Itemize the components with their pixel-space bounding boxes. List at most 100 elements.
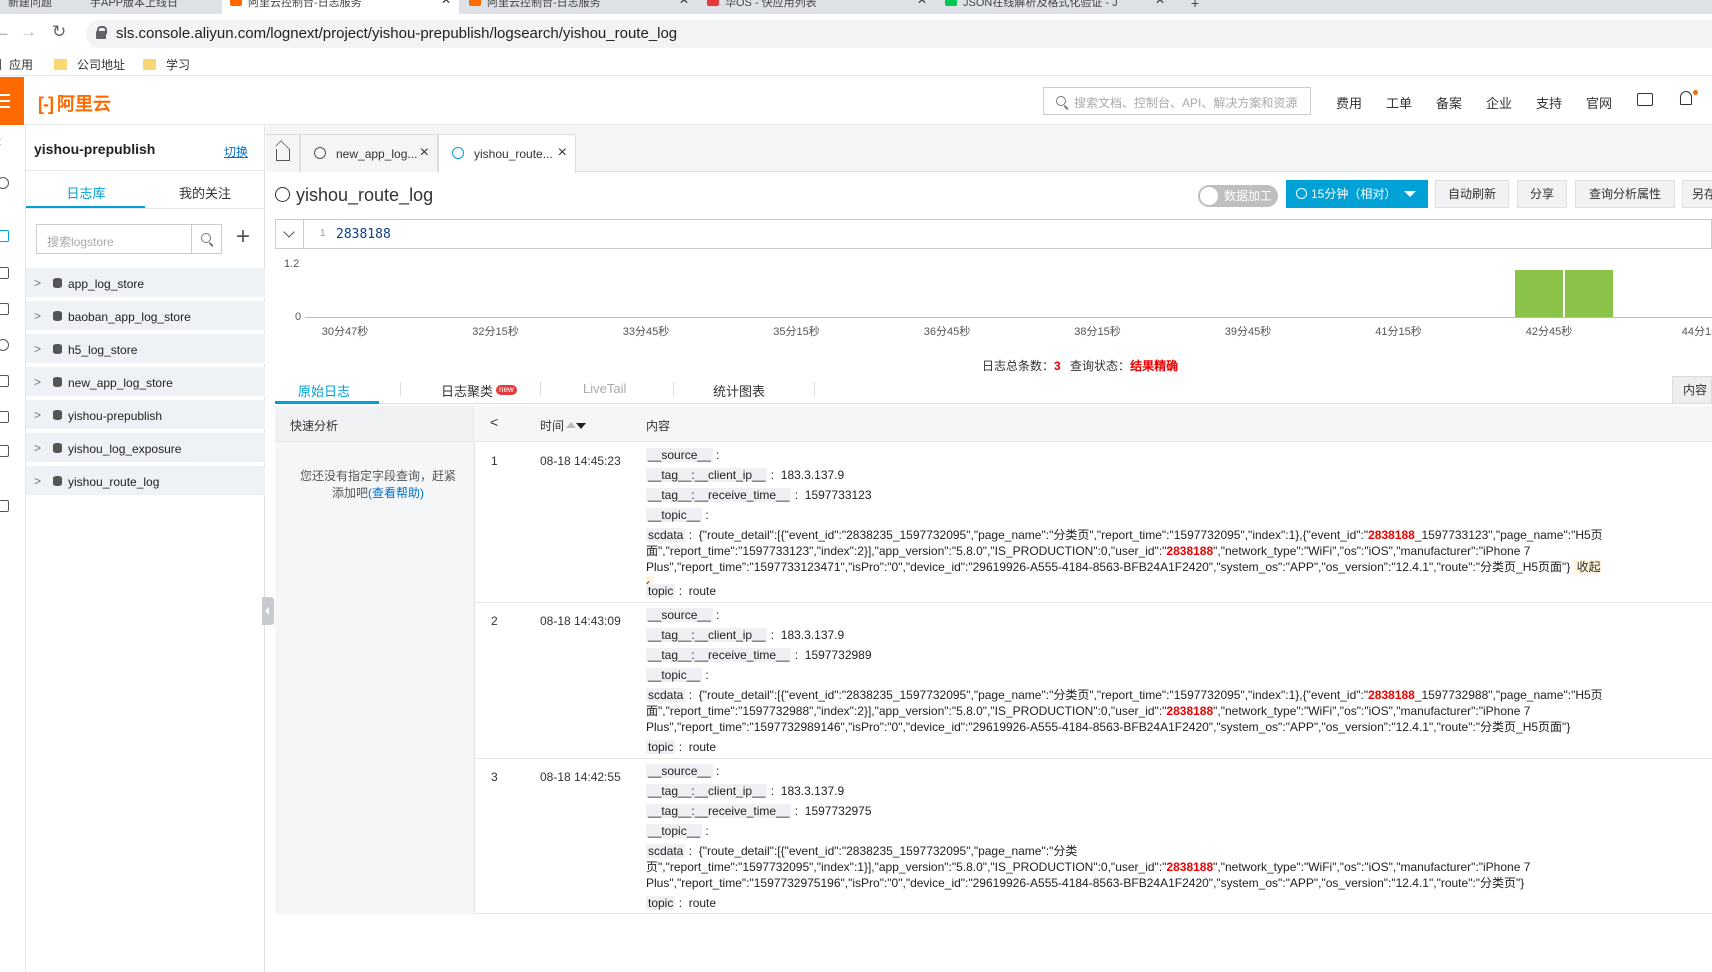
close-tab-icon[interactable]: ✕ bbox=[679, 0, 689, 6]
nav-support[interactable]: 支持 bbox=[1536, 93, 1562, 112]
field-value[interactable]: 183.3.137.9 bbox=[781, 468, 844, 482]
field-value[interactable]: 1597732989 bbox=[805, 648, 872, 662]
nav-fees[interactable]: 费用 bbox=[1336, 93, 1362, 112]
reload-icon[interactable]: ↻ bbox=[52, 22, 66, 42]
field-key[interactable]: __tag__:__receive_time__ bbox=[646, 804, 792, 818]
tab-yishou-route[interactable]: yishou_route... × bbox=[438, 134, 576, 173]
close-tab-icon[interactable]: ✕ bbox=[1155, 0, 1165, 6]
query-props-button[interactable]: 查询分析属性 bbox=[1575, 180, 1675, 208]
time-range-picker[interactable]: 15分钟（相对） bbox=[1286, 180, 1428, 208]
field-key[interactable]: scdata bbox=[646, 528, 686, 542]
field-value[interactable]: 183.3.137.9 bbox=[781, 628, 844, 642]
field-value[interactable]: 1597732975 bbox=[805, 804, 872, 818]
machine-group-icon[interactable] bbox=[0, 303, 9, 315]
logstore-item[interactable]: > yishou-prepublish bbox=[26, 400, 265, 430]
terminal-icon[interactable] bbox=[1637, 93, 1653, 106]
field-key[interactable]: __topic__ bbox=[646, 668, 703, 682]
alert-icon[interactable] bbox=[0, 339, 9, 351]
logstore-icon[interactable] bbox=[0, 230, 9, 242]
field-key[interactable]: __source__ bbox=[646, 764, 713, 778]
collapse-fast-analysis-icon[interactable]: < bbox=[490, 414, 498, 430]
field-key[interactable]: __topic__ bbox=[646, 824, 703, 838]
bookmark-folder[interactable]: 学习 bbox=[143, 56, 190, 73]
nav-tickets[interactable]: 工单 bbox=[1386, 93, 1412, 112]
close-tab-icon[interactable]: ✕ bbox=[441, 0, 451, 6]
nav-enterprise[interactable]: 企业 bbox=[1486, 93, 1512, 112]
clock-icon[interactable] bbox=[0, 177, 9, 189]
content-button[interactable]: 内容 bbox=[1672, 376, 1712, 404]
logstore-item[interactable]: > h5_log_store bbox=[26, 334, 265, 364]
chevron-right-icon[interactable]: > bbox=[34, 441, 41, 455]
share-button[interactable]: 分享 bbox=[1517, 180, 1567, 208]
collapse-arrow-icon[interactable]: ‹ bbox=[0, 133, 1, 151]
chart-icon[interactable] bbox=[0, 445, 9, 457]
chevron-right-icon[interactable]: > bbox=[34, 276, 41, 290]
bell-icon[interactable] bbox=[1680, 91, 1692, 105]
switch-project-link[interactable]: 切换 bbox=[224, 143, 248, 160]
global-search-input[interactable]: 搜索文档、控制台、API、解决方案和资源 bbox=[1043, 87, 1311, 115]
chevron-right-icon[interactable]: > bbox=[34, 474, 41, 488]
field-key[interactable]: scdata bbox=[646, 844, 686, 858]
chevron-right-icon[interactable]: > bbox=[34, 309, 41, 323]
tab-log-cluster[interactable]: 日志聚类 new bbox=[441, 381, 517, 400]
field-value[interactable]: route bbox=[689, 740, 716, 754]
chevron-right-icon[interactable]: > bbox=[34, 408, 41, 422]
help-link[interactable]: (查看帮助) bbox=[368, 486, 424, 500]
field-value[interactable]: route bbox=[689, 584, 716, 598]
field-value[interactable]: route bbox=[689, 896, 716, 910]
nav-official-site[interactable]: 官网 bbox=[1586, 93, 1612, 112]
menu-icon[interactable] bbox=[0, 77, 24, 125]
tab-logstores[interactable]: 日志库 bbox=[26, 183, 146, 202]
field-key[interactable]: __tag__:__receive_time__ bbox=[646, 648, 792, 662]
bookmark-folder[interactable]: 公司地址 bbox=[54, 56, 125, 73]
field-key[interactable]: scdata bbox=[646, 688, 686, 702]
field-key[interactable]: topic bbox=[646, 584, 676, 598]
add-logstore-icon[interactable]: + bbox=[236, 223, 250, 251]
search-button[interactable] bbox=[191, 225, 221, 253]
field-key[interactable]: __source__ bbox=[646, 448, 713, 462]
field-value[interactable]: 183.3.137.9 bbox=[781, 784, 844, 798]
home-tab[interactable] bbox=[266, 134, 300, 172]
tab-favorites[interactable]: 我的关注 bbox=[145, 183, 265, 202]
browser-tab-active[interactable]: 阿里云控制台-日志服务 ✕ bbox=[222, 0, 459, 14]
query-editor[interactable]: 1 2838188 bbox=[275, 219, 1712, 249]
tab-livetail[interactable]: LiveTail bbox=[583, 381, 626, 396]
field-key[interactable]: __tag__:__receive_time__ bbox=[646, 488, 792, 502]
back-arrow-icon[interactable]: ← bbox=[0, 22, 11, 42]
close-icon[interactable]: × bbox=[558, 144, 567, 162]
url-field[interactable]: sls.console.aliyun.com/lognext/project/y… bbox=[86, 20, 1712, 48]
column-time[interactable]: 时间 bbox=[540, 417, 587, 434]
histogram-bar[interactable] bbox=[1565, 270, 1613, 317]
logstore-item[interactable]: > baoban_app_log_store bbox=[26, 301, 265, 331]
chevron-down-icon[interactable] bbox=[276, 220, 304, 248]
field-key[interactable]: __source__ bbox=[646, 608, 713, 622]
dashboard-icon[interactable] bbox=[0, 375, 9, 387]
field-key[interactable]: topic bbox=[646, 740, 676, 754]
logstore-item[interactable]: > yishou_route_log bbox=[26, 466, 265, 496]
browser-tab[interactable]: 手APP版本上线日 bbox=[80, 0, 220, 14]
bookmark-apps[interactable]: 应用 bbox=[0, 56, 33, 73]
new-tab-button[interactable]: + bbox=[1183, 0, 1213, 14]
browser-tab[interactable]: 新建问题 bbox=[0, 0, 80, 14]
list-icon[interactable] bbox=[0, 411, 9, 423]
logstore-item[interactable]: > new_app_log_store bbox=[26, 367, 265, 397]
logstore-item[interactable]: > yishou_log_exposure bbox=[26, 433, 265, 463]
chevron-right-icon[interactable]: > bbox=[34, 342, 41, 356]
close-icon[interactable]: × bbox=[420, 144, 429, 162]
field-key[interactable]: __tag__:__client_ip__ bbox=[646, 628, 768, 642]
tab-new-app-log[interactable]: new_app_log... × bbox=[300, 134, 438, 172]
field-key[interactable]: __topic__ bbox=[646, 508, 703, 522]
browser-tab[interactable]: JSON在线解析及格式化验证 - J ✕ bbox=[937, 0, 1173, 14]
query-text[interactable]: 2838188 bbox=[336, 227, 391, 242]
tab-raw-logs[interactable]: 原始日志 bbox=[298, 381, 350, 400]
auto-refresh-button[interactable]: 自动刷新 bbox=[1435, 180, 1509, 208]
collapse-panel-handle[interactable] bbox=[262, 597, 274, 625]
logstore-item[interactable]: > app_log_store bbox=[26, 268, 265, 298]
browser-tab[interactable]: 阿里云控制台-日志服务 ✕ bbox=[461, 0, 697, 14]
report-icon[interactable] bbox=[0, 500, 9, 512]
save-as-button[interactable]: 另存 bbox=[1682, 180, 1712, 208]
close-tab-icon[interactable]: ✕ bbox=[917, 0, 927, 6]
histogram-bar[interactable] bbox=[1515, 270, 1563, 317]
field-key[interactable]: topic bbox=[646, 896, 676, 910]
field-key[interactable]: __tag__:__client_ip__ bbox=[646, 784, 768, 798]
